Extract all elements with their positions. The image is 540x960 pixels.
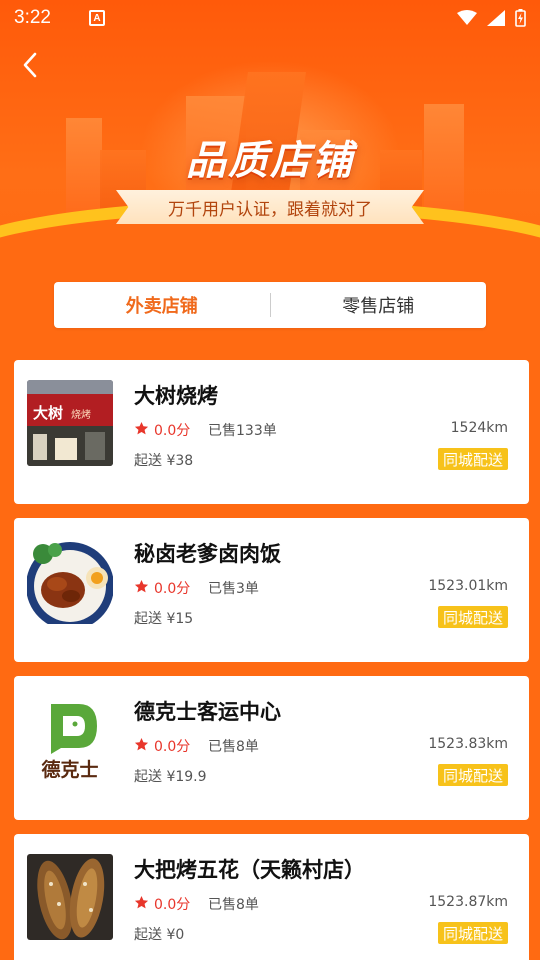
- store-rating: 0.0分: [134, 894, 190, 914]
- store-distance: 1523.87km: [428, 894, 508, 910]
- back-button[interactable]: [14, 48, 46, 82]
- store-rating: 0.0分: [134, 736, 190, 756]
- min-order: 起送 ¥19.9: [134, 769, 207, 785]
- store-card[interactable]: 大把烤五花（天籁村店） 0.0分 已售8单 1523.87km 起送 ¥0 同城…: [14, 834, 529, 960]
- dicos-logo-text: 德克士: [41, 758, 98, 781]
- store-distance: 1523.01km: [428, 578, 508, 594]
- sold-count: 已售8单: [208, 739, 259, 755]
- star-icon: [134, 579, 149, 598]
- store-distance: 1523.83km: [428, 736, 508, 752]
- rating-value: 0.0分: [154, 897, 191, 913]
- store-rating: 0.0分: [134, 578, 190, 598]
- braised-pork-rice-photo: [27, 538, 113, 624]
- rating-value: 0.0分: [154, 423, 191, 439]
- delivery-badge: 同城配送: [437, 448, 508, 470]
- min-order: 起送 ¥15: [134, 611, 194, 627]
- store-type-tabs: 外卖店铺 零售店铺: [54, 282, 486, 328]
- storefront-photo: 大树 烧烤: [27, 380, 113, 466]
- signal-icon: [487, 10, 505, 26]
- min-order: 起送 ¥38: [134, 453, 194, 469]
- store-thumbnail: 德克士: [27, 696, 113, 782]
- store-thumbnail: 大树 烧烤: [27, 380, 113, 466]
- store-name: 德克士客运中心: [134, 700, 281, 724]
- chevron-left-icon: [23, 52, 37, 78]
- delivery-badge: 同城配送: [437, 764, 508, 786]
- sold-count: 已售8单: [208, 897, 259, 913]
- store-distance: 1524km: [450, 420, 508, 436]
- star-icon: [134, 895, 149, 914]
- delivery-badge: 同城配送: [437, 606, 508, 628]
- store-name: 大树烧烤: [134, 384, 218, 408]
- store-name: 大把烤五花（天籁村店）: [134, 858, 365, 882]
- tab-takeout-stores[interactable]: 外卖店铺: [54, 282, 270, 328]
- store-thumbnail: [27, 538, 113, 624]
- sold-count: 已售3单: [208, 581, 259, 597]
- battery-charging-icon: [515, 9, 526, 27]
- grilled-fish-photo: [27, 854, 113, 940]
- star-icon: [134, 421, 149, 440]
- min-order: 起送 ¥0: [134, 927, 185, 943]
- store-card[interactable]: 大树 烧烤 大树烧烤 0.0分 已售133单 1524km 起送 ¥38 同城配…: [14, 360, 529, 504]
- delivery-badge: 同城配送: [437, 922, 508, 944]
- status-bar: 3:22 A: [0, 0, 540, 36]
- wifi-icon: [457, 10, 477, 25]
- sold-count: 已售133单: [208, 423, 277, 439]
- tab-retail-stores[interactable]: 零售店铺: [271, 282, 487, 328]
- subtitle-ribbon: 万千用户认证，跟着就对了: [116, 190, 424, 224]
- store-card[interactable]: 德克士 德克士客运中心 0.0分 已售8单 1523.83km 起送 ¥19.9…: [14, 676, 529, 820]
- page-title: 品质店铺: [186, 137, 354, 184]
- status-time: 3:22: [14, 7, 51, 28]
- rating-value: 0.0分: [154, 581, 191, 597]
- store-rating: 0.0分: [134, 420, 190, 440]
- store-thumbnail: [27, 854, 113, 940]
- svg-text:烧烤: 烧烤: [71, 408, 91, 421]
- subtitle-text: 万千用户认证，跟着就对了: [168, 199, 372, 220]
- svg-text:大树: 大树: [33, 404, 63, 422]
- dicos-logo: 德克士: [27, 696, 113, 782]
- rating-value: 0.0分: [154, 739, 191, 755]
- store-card[interactable]: 秘卤老爹卤肉饭 0.0分 已售3单 1523.01km 起送 ¥15 同城配送: [14, 518, 529, 662]
- star-icon: [134, 737, 149, 756]
- notification-a-icon: A: [88, 10, 105, 26]
- store-name: 秘卤老爹卤肉饭: [134, 542, 281, 566]
